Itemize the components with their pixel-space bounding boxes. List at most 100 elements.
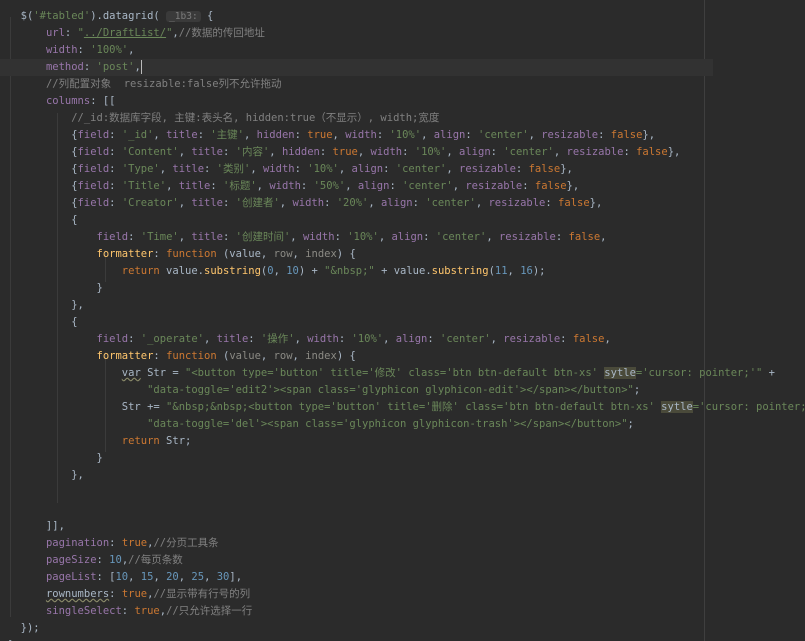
string-token: '类别' <box>216 163 251 175</box>
url-link[interactable]: ../DraftList/ <box>84 27 166 39</box>
code-line[interactable]: field: 'Time', title: '创建时间', width: '10… <box>0 229 713 246</box>
code-line[interactable] <box>0 484 713 501</box>
code-text: , <box>421 129 434 141</box>
code-line[interactable]: pageSize: 10,//每页条数 <box>0 552 713 569</box>
code-line[interactable]: } <box>0 280 713 297</box>
property-token: hidden <box>256 129 295 141</box>
code-text: value. <box>159 265 204 277</box>
code-line[interactable]: url: "../DraftList/",//数据的传回地址 <box>0 25 713 42</box>
code-line[interactable]: width: '100%', <box>0 42 713 59</box>
string-token: 'center' <box>395 163 447 175</box>
code-text: : <box>555 231 569 243</box>
code-line[interactable]: } <box>0 450 713 467</box>
code-line[interactable]: "data-toggle='del'><span class='glyphico… <box>0 416 713 433</box>
code-line[interactable]: rownumbers: true,//显示带有行号的列 <box>0 586 713 603</box>
code-line[interactable]: {field: 'Content', title: '内容', hidden: … <box>0 144 713 161</box>
keyword-token: false <box>610 129 643 141</box>
code-line[interactable]: {field: 'Creator', title: '创建者', width: … <box>0 195 713 212</box>
code-line[interactable]: { <box>0 212 713 229</box>
code-line[interactable]: //列配置对象 resizable:false列不允许拖动 <box>0 76 713 93</box>
code-text: { <box>8 180 78 192</box>
code-text: : <box>402 146 415 158</box>
code-line[interactable]: formatter: function (value, row, index) … <box>0 246 713 263</box>
code-text: , <box>452 180 466 192</box>
number-token: 10 <box>115 571 129 583</box>
property-token: width <box>370 146 403 158</box>
keyword-token: false <box>572 333 605 345</box>
code-line[interactable]: //_id:数据库字段, 主键:表头名, hidden:true（不显示）, w… <box>0 110 713 127</box>
code-text: + <box>762 367 775 379</box>
code-text: : <box>412 197 426 209</box>
code-text: : <box>128 333 141 345</box>
code-line[interactable]: return Str; <box>0 433 713 450</box>
code-line[interactable]: } <box>0 637 713 641</box>
code-line[interactable]: pagination: true,//分页工具条 <box>0 535 713 552</box>
string-token: '创建者' <box>235 197 280 209</box>
code-text: , <box>345 180 358 192</box>
code-line[interactable]: {field: 'Type', title: '类别', width: '10%… <box>0 161 713 178</box>
property-token: title <box>216 333 249 345</box>
code-line[interactable]: formatter: function (value, row, index) … <box>0 348 713 365</box>
code-line[interactable]: return value.substring(0, 10) + "&nbsp;"… <box>0 263 713 280</box>
code-text: ( <box>216 350 230 362</box>
code-text: , <box>204 571 217 583</box>
code-line[interactable]: {field: '_id', title: '主键', hidden: true… <box>0 127 713 144</box>
comment-token: //_id:数据库字段, 主键:表头名, hidden:true（不显示）, w… <box>71 112 440 124</box>
code-line[interactable] <box>0 501 713 518</box>
comment-token: //数据的传回地址 <box>178 27 265 39</box>
property-token: field <box>77 197 110 209</box>
string-token: 'Type' <box>121 163 160 175</box>
code-text: , <box>446 163 460 175</box>
keyword-token: return <box>121 435 160 447</box>
code-text: : <box>109 537 122 549</box>
code-text: , <box>294 333 308 345</box>
code-text: }, <box>667 146 681 158</box>
code-line[interactable]: }, <box>0 297 713 314</box>
code-text: }, <box>589 197 603 209</box>
code-line[interactable]: { <box>0 314 713 331</box>
function-token: formatter <box>96 248 154 260</box>
property-token: title <box>172 163 205 175</box>
string-token: "data-toggle='del'><span class='glyphico… <box>147 418 628 430</box>
code-text: : <box>109 129 122 141</box>
string-token: '内容' <box>235 146 270 158</box>
code-line[interactable]: method: 'post', <box>0 59 713 76</box>
code-line[interactable]: }, <box>0 467 713 484</box>
code-text: , <box>604 333 611 345</box>
code-text: : <box>490 146 504 158</box>
property-token: method <box>45 61 84 73</box>
property-token: width <box>292 197 325 209</box>
code-line[interactable]: columns: [[ <box>0 93 713 110</box>
code-text: : <box>210 180 223 192</box>
code-line[interactable]: "data-toggle='edit2'><span class='glyphi… <box>0 382 713 399</box>
code-editor[interactable]: $('#tabled').datagrid( _1b3: { url: "../… <box>0 0 805 641</box>
code-text: , <box>178 231 192 243</box>
string-token: '操作' <box>260 333 295 345</box>
code-line[interactable]: }); <box>0 620 713 637</box>
string-token: 'Content' <box>121 146 179 158</box>
code-text: , <box>357 146 371 158</box>
code-line[interactable]: ]], <box>0 518 713 535</box>
string-token: "&nbsp;" <box>324 265 375 277</box>
code-line[interactable]: Str += "&nbsp;&nbsp;<button type='button… <box>0 399 805 416</box>
string-token: '10%' <box>389 129 422 141</box>
code-line[interactable]: singleSelect: true,//只允许选择一行 <box>0 603 713 620</box>
code-text: , <box>292 350 306 362</box>
code-line[interactable]: pageList: [10, 15, 20, 25, 30], <box>0 569 713 586</box>
code-line[interactable]: $('#tabled').datagrid( _1b3: { <box>0 8 713 25</box>
code-line[interactable]: var Str = "<button type='button' title='… <box>0 365 775 382</box>
code-text: , <box>166 180 179 192</box>
code-text: : <box>545 197 559 209</box>
code-line[interactable]: field: '_operate', title: '操作', width: '… <box>0 331 713 348</box>
code-line[interactable]: {field: 'Title', title: '标题', width: '50… <box>0 178 713 195</box>
highlighted-token: sytle <box>604 367 636 379</box>
code-text: , <box>486 231 499 243</box>
